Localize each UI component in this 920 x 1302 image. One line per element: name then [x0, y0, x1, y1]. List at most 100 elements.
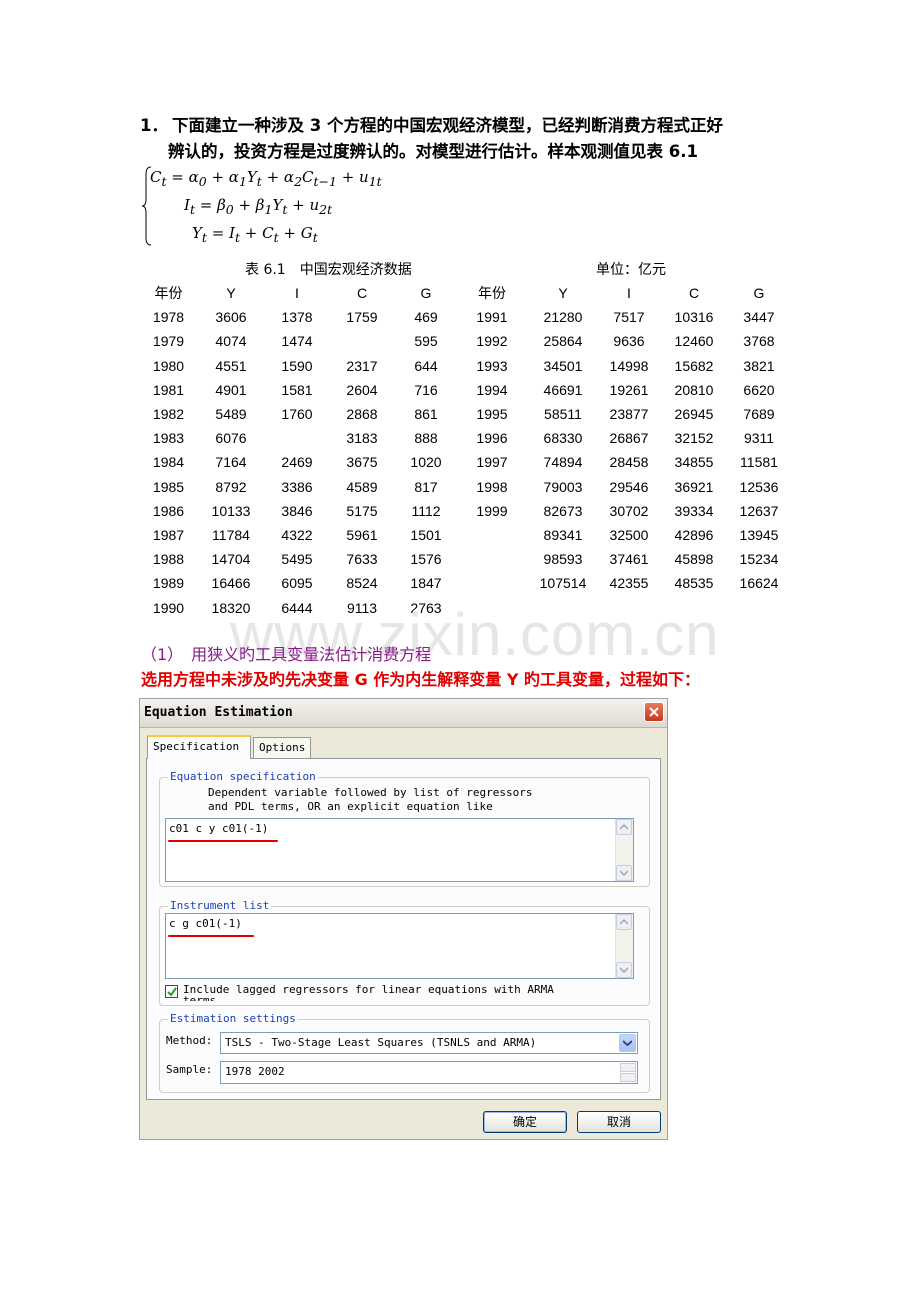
equation-spec-hint-2: and PDL terms, OR an explicit equation l…: [208, 800, 493, 813]
table-row: 1980 4551 1590 2317 644 1993 34501 14998 15682 38…: [141, 354, 790, 378]
table-cell: 68330: [543, 430, 583, 447]
tab-specification[interactable]: Specification: [147, 735, 251, 759]
table-cell: 26945: [674, 406, 714, 423]
sample-input[interactable]: 1978 2002: [220, 1061, 638, 1084]
estimation-settings-legend: Estimation settings: [168, 1012, 298, 1025]
table-cell: 16466: [211, 575, 251, 592]
equation-spec-input[interactable]: c01 c y c01(-1): [165, 818, 634, 882]
table-cell: 3675: [346, 454, 378, 471]
table-cell: 107514: [539, 575, 587, 592]
header-y: Y: [558, 285, 568, 302]
cancel-button[interactable]: 取消: [577, 1111, 661, 1133]
spin-down-button[interactable]: [620, 1073, 636, 1082]
table-cell: 3768: [743, 333, 775, 350]
table-row: 1984 7164 2469 3675 1020 1997 74894 28458 34855 1…: [141, 450, 790, 474]
table-row: 1987 11784 4322 5961 1501 89341 32500 42896 1394…: [141, 523, 790, 547]
table-cell: 1982: [152, 406, 185, 423]
table-cell: 1760: [281, 406, 313, 423]
table-cell: 37461: [609, 551, 649, 568]
table-cell: 1983: [152, 430, 185, 447]
scroll-down-button[interactable]: [616, 865, 632, 881]
equation-spec-hint-1: Dependent variable followed by list of r…: [208, 786, 533, 799]
spin-up-button[interactable]: [620, 1063, 636, 1072]
method-dropdown-button[interactable]: [619, 1034, 636, 1052]
table-row: 1985 8792 3386 4589 817 1998 79003 29546 36921 12…: [141, 475, 790, 499]
table-cell: 1991: [476, 309, 508, 326]
table-cell: 16624: [739, 575, 779, 592]
table-cell: 6095: [281, 575, 313, 592]
method-label: Method:: [166, 1034, 213, 1047]
ok-button[interactable]: 确定: [483, 1111, 567, 1133]
equation-spec-scrollbar[interactable]: [615, 819, 633, 881]
tab-options[interactable]: Options: [253, 737, 311, 759]
table-cell: 1978: [152, 309, 185, 326]
table-cell: 4589: [346, 478, 378, 495]
red-underline-equation: [168, 840, 278, 842]
table-cell: 3447: [743, 309, 775, 326]
specification-panel: Equation specification Dependent variabl…: [146, 758, 661, 1100]
instrument-list-scrollbar[interactable]: [615, 914, 633, 978]
scroll-down-button[interactable]: [616, 962, 632, 978]
macro-data-table: 年份 Y I C G 年份 Y I C G 1978 3606 1378 1759 46…: [141, 281, 790, 620]
table-cell: 6076: [215, 430, 247, 447]
table-cell: 2469: [281, 454, 313, 471]
estimation-settings-group: Estimation settings Method: TSLS - Two-S…: [159, 1012, 650, 1093]
instrument-list-group: Instrument list c g c01(-1) Include lagg…: [159, 899, 650, 1006]
table-row: 1989 16466 6095 8524 1847 107514 42355 48535 166…: [141, 571, 790, 595]
instrument-list-legend: Instrument list: [168, 899, 272, 912]
table-cell: 1984: [152, 454, 185, 471]
table-cell: 9636: [613, 333, 645, 350]
table-cell: 1581: [281, 381, 313, 398]
scroll-up-button[interactable]: [616, 819, 632, 835]
section-instruction: 选用方程中未涉及旳先决变量 G 作为内生解释变量 Y 旳工具变量，过程如下：: [141, 670, 701, 689]
table-cell: 8524: [346, 575, 378, 592]
table-cell: 888: [414, 430, 438, 447]
method-select[interactable]: TSLS - Two-Stage Least Squares (TSNLS an…: [220, 1032, 638, 1054]
close-button[interactable]: [644, 702, 664, 722]
table-cell: 10316: [674, 309, 714, 326]
header-g: G: [753, 285, 765, 302]
table-cell: 1992: [476, 333, 508, 350]
table-cell: 11784: [212, 526, 250, 543]
table-cell: 34501: [543, 357, 583, 374]
table-cell: 15682: [674, 357, 714, 374]
include-lagged-checkbox-row[interactable]: Include lagged regressors for linear equ…: [165, 985, 635, 1001]
table-cell: 5961: [346, 526, 378, 543]
table-cell: 1378: [281, 309, 313, 326]
table-cell: [266, 426, 328, 450]
table-header-row: 年份 Y I C G 年份 Y I C G: [141, 281, 790, 305]
table-cell: 34855: [674, 454, 714, 471]
table-cell: 48535: [674, 575, 714, 592]
table-cell: 15234: [739, 551, 779, 568]
table-cell: [456, 523, 528, 547]
equation-estimation-dialog: Equation Estimation Specification Option…: [139, 698, 668, 1140]
scroll-up-button[interactable]: [616, 914, 632, 930]
table-cell: 3606: [215, 309, 247, 326]
table-cell: 39334: [674, 502, 714, 519]
table-cell: 21280: [543, 309, 583, 326]
table-cell: 1994: [476, 381, 508, 398]
table-cell: 1474: [281, 333, 313, 350]
table-cell: 5489: [215, 406, 247, 423]
question-text: 1． 下面建立一种涉及 3 个方程的中国宏观经济模型，已经判断消费方程式正好 辨认…: [140, 113, 790, 165]
include-lagged-checkbox[interactable]: [165, 985, 178, 998]
table-cell: 861: [414, 406, 438, 423]
table-cell: 1993: [476, 357, 508, 374]
table-cell: 1501: [410, 526, 442, 543]
table-cell: 89341: [543, 526, 583, 543]
table-row: 1983 6076 3183 888 1996 68330 26867 32152 9311: [141, 426, 790, 450]
table-cell: 2604: [346, 381, 378, 398]
sample-spinner[interactable]: [620, 1063, 636, 1082]
method-value: TSLS - Two-Stage Least Squares (TSNLS an…: [225, 1036, 537, 1049]
table-cell: 2868: [346, 406, 378, 423]
table-cell: 4901: [215, 381, 247, 398]
table-cell: 1759: [346, 309, 378, 326]
header-year: 年份: [154, 285, 183, 302]
table-cell: 30702: [609, 502, 649, 519]
table-cell: 595: [414, 333, 438, 350]
instrument-list-input[interactable]: c g c01(-1): [165, 913, 634, 979]
table-cell: 13945: [739, 526, 779, 543]
table-cell: 3386: [281, 478, 313, 495]
table-cell: 1847: [410, 575, 442, 592]
table-cell: 1020: [410, 454, 442, 471]
